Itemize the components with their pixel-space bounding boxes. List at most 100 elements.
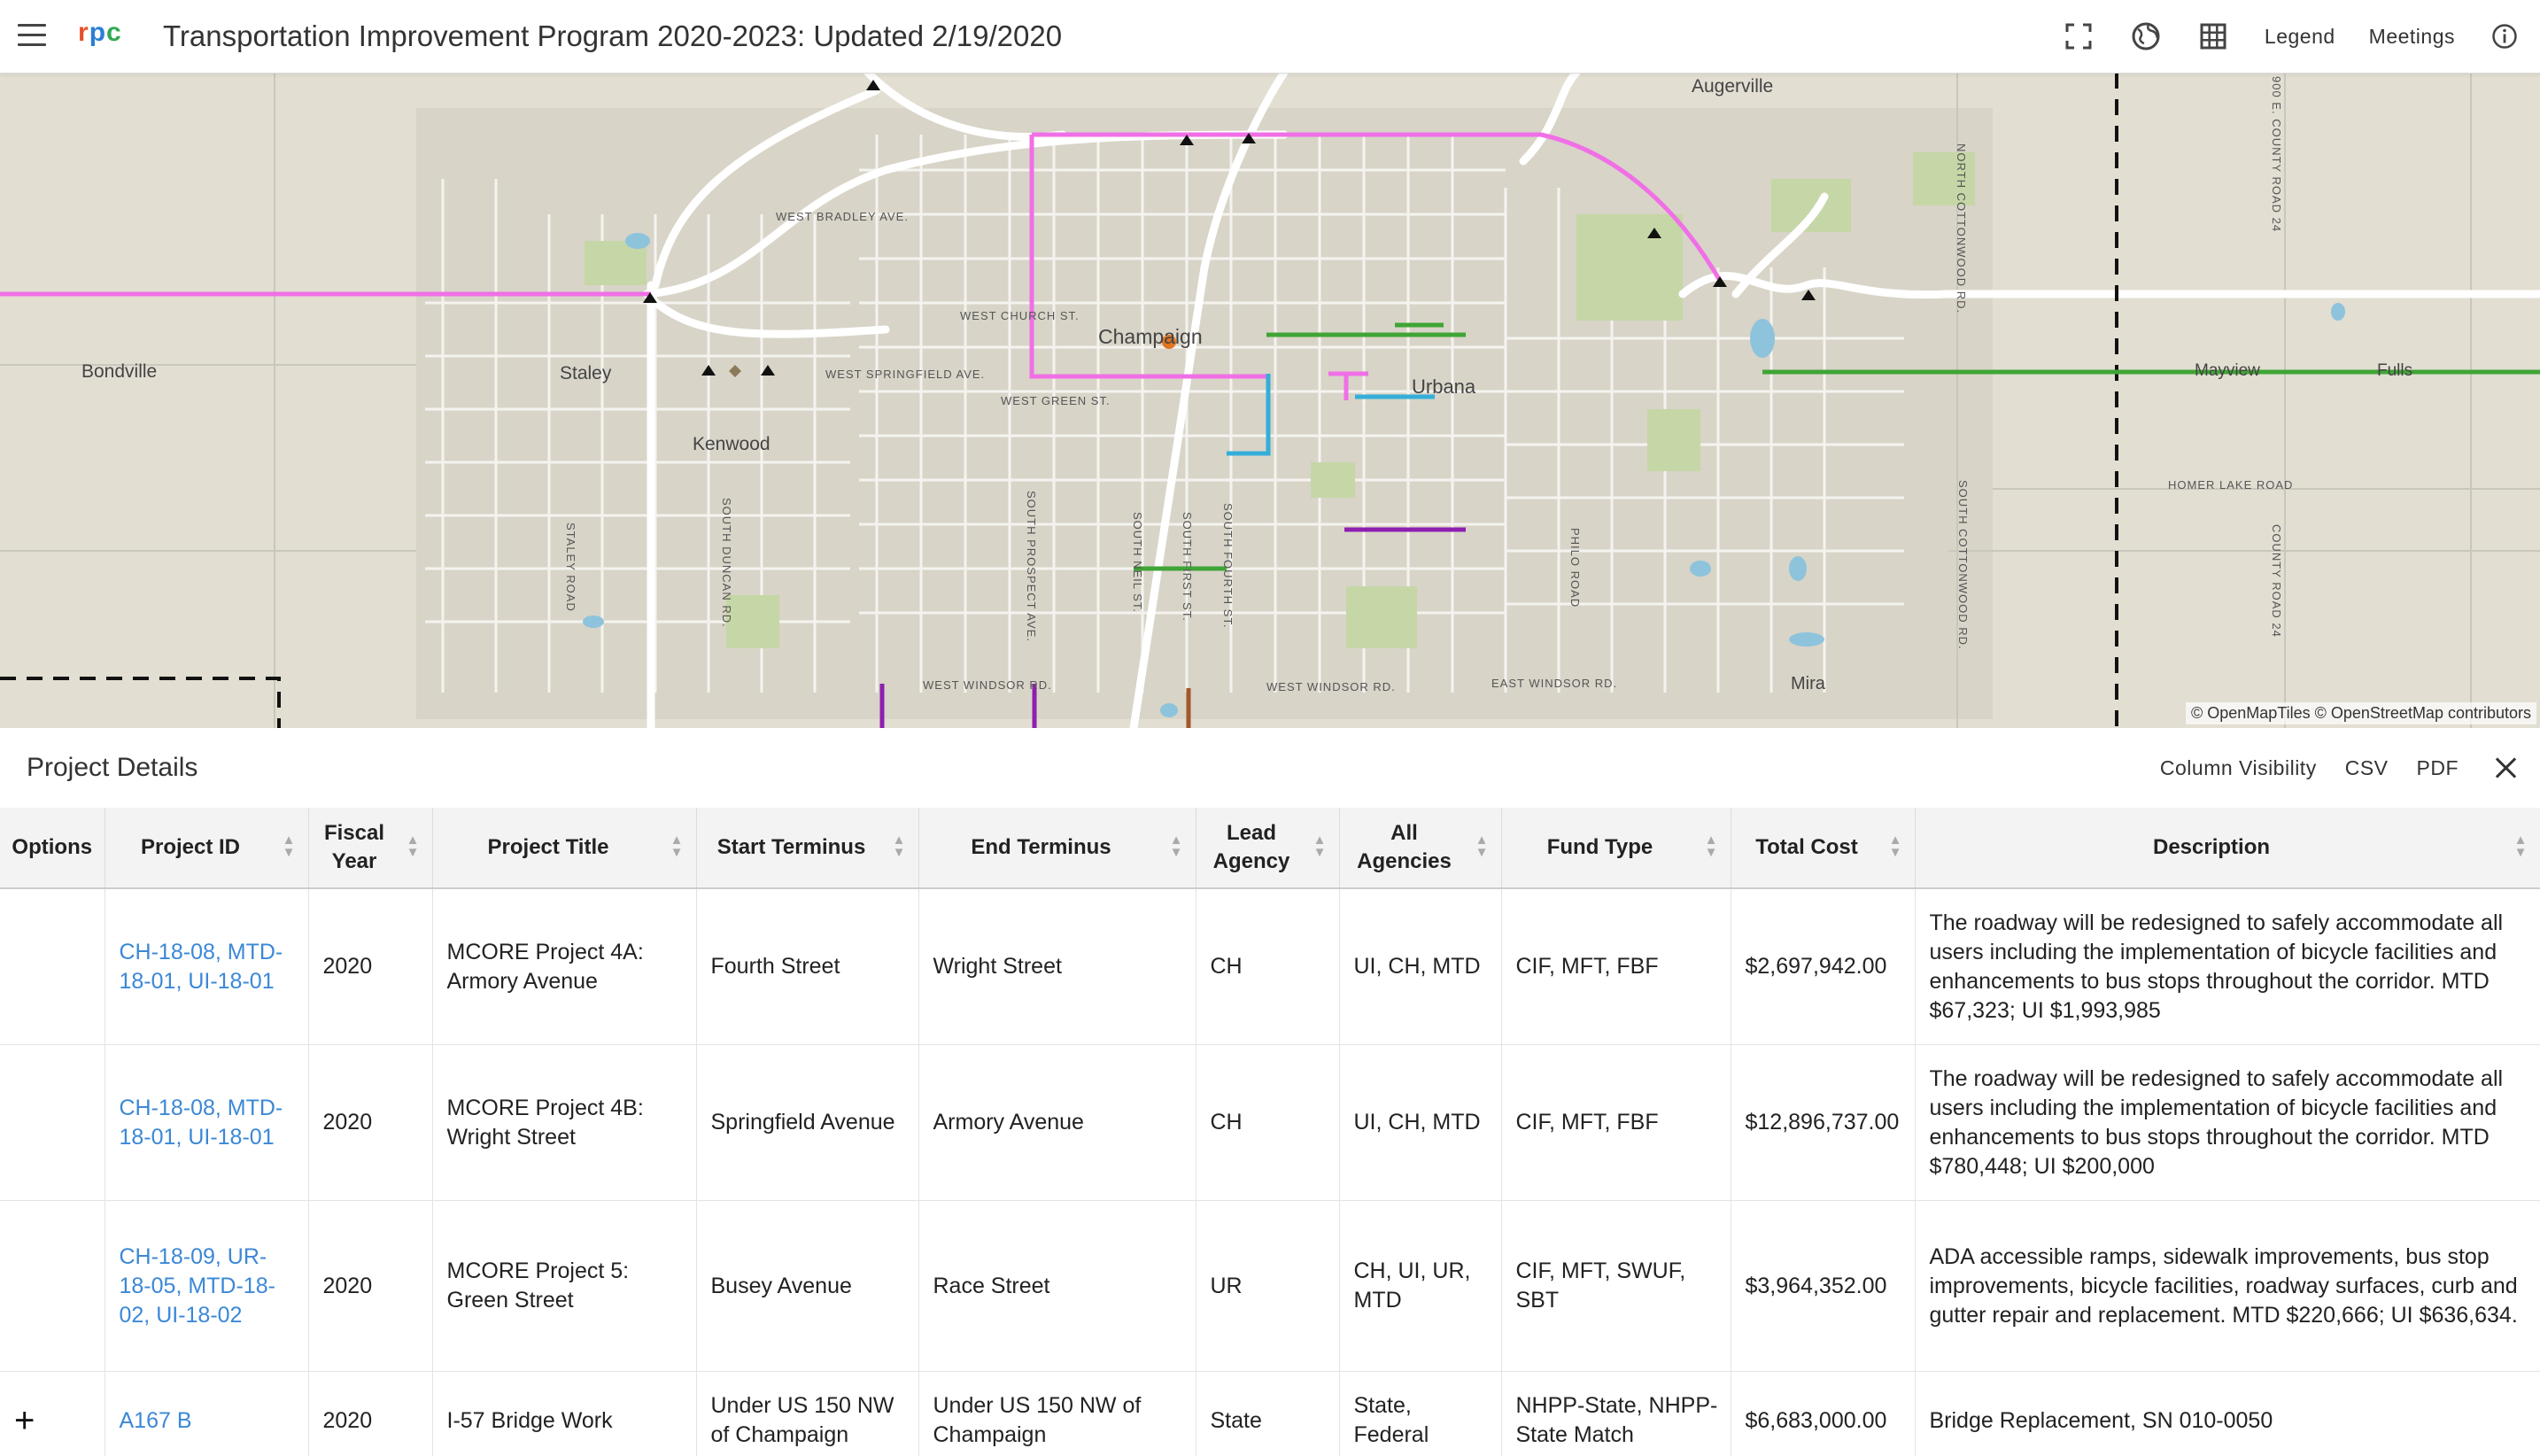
column-header-label: Lead Agency — [1212, 821, 1290, 873]
lead-agency-cell: CH — [1196, 1044, 1340, 1201]
column-header-total-cost[interactable]: Total Cost ▲ ▼ — [1731, 808, 1916, 889]
table-row[interactable]: CH-18-09, UR-18-05, MTD-18-02, UI-18-02 … — [0, 1200, 2540, 1372]
column-header-label: Start Terminus — [716, 835, 866, 859]
pdf-button[interactable]: PDF — [2417, 756, 2459, 780]
description-cell: ADA accessible ramps, sidewalk improveme… — [1915, 1200, 2540, 1372]
column-header-start-terminus[interactable]: Start Terminus ▲ ▼ — [696, 808, 919, 889]
total-cost-cell: $2,697,942.00 — [1731, 888, 1916, 1045]
csv-button[interactable]: CSV — [2345, 756, 2389, 780]
table-row[interactable]: CH-18-08, MTD-18-01, UI-18-01 2020 MCORE… — [0, 1044, 2540, 1201]
fiscal-year-cell: 2020 — [308, 1371, 433, 1456]
grid-icon[interactable] — [2195, 19, 2231, 54]
column-visibility-button[interactable]: Column Visibility — [2160, 756, 2317, 780]
meetings-link[interactable]: Meetings — [2369, 25, 2455, 49]
options-cell[interactable]: + — [0, 1371, 105, 1456]
project-title-cell: MCORE Project 4B: Wright Street — [432, 1044, 697, 1201]
details-actions: Column Visibility CSV PDF — [2132, 728, 2519, 808]
all-agencies-cell: CH, UI, UR, MTD — [1339, 1200, 1502, 1372]
column-header-project-id[interactable]: Project ID ▲ ▼ — [105, 808, 309, 889]
fullscreen-icon[interactable] — [2061, 19, 2096, 54]
details-title: Project Details — [27, 753, 198, 782]
start-terminus-cell: Fourth Street — [696, 888, 919, 1045]
sort-icon[interactable]: ▲ ▼ — [1705, 833, 1718, 859]
column-header-label: End Terminus — [971, 835, 1111, 859]
end-terminus-cell: Armory Avenue — [918, 1044, 1196, 1201]
map-attribution[interactable]: © OpenMapTiles © OpenStreetMap contribut… — [2185, 702, 2536, 724]
column-header-description[interactable]: Description ▲ ▼ — [1915, 808, 2540, 889]
column-header-lead-agency[interactable]: Lead Agency ▲ ▼ — [1196, 808, 1340, 889]
column-header-project-title[interactable]: Project Title ▲ ▼ — [432, 808, 697, 889]
lead-agency-cell: CH — [1196, 888, 1340, 1045]
logo-p: p — [89, 18, 107, 47]
table-row[interactable]: + A167 B 2020 I-57 Bridge Work Under US … — [0, 1371, 2540, 1456]
info-icon[interactable] — [2487, 19, 2522, 54]
column-header-label: Project Title — [487, 835, 609, 859]
project-details-bar: Project Details Column Visibility CSV PD… — [0, 728, 2540, 809]
column-header-fund-type[interactable]: Fund Type ▲ ▼ — [1501, 808, 1731, 889]
options-cell[interactable] — [0, 1044, 105, 1201]
project-id-link[interactable]: CH-18-09, UR-18-05, MTD-18-02, UI-18-02 — [105, 1200, 309, 1372]
project-id-link[interactable]: CH-18-08, MTD-18-01, UI-18-01 — [105, 1044, 309, 1201]
project-table: Options Project ID ▲ ▼ Fiscal Year ▲ ▼ Proje… — [0, 808, 2540, 1456]
sort-icon[interactable]: ▲ ▼ — [2514, 833, 2528, 859]
map-canvas[interactable] — [0, 73, 2540, 728]
legend-link[interactable]: Legend — [2265, 25, 2335, 49]
column-header-label: Project ID — [140, 835, 241, 859]
close-icon[interactable] — [2492, 755, 2519, 781]
table-header-row: Options Project ID ▲ ▼ Fiscal Year ▲ ▼ Proje… — [0, 808, 2540, 889]
fund-type-cell: CIF, MFT, FBF — [1501, 1044, 1731, 1201]
end-terminus-cell: Under US 150 NW of Champaign — [918, 1371, 1196, 1456]
sort-icon[interactable]: ▲ ▼ — [407, 833, 420, 859]
project-id-link[interactable]: CH-18-08, MTD-18-01, UI-18-01 — [105, 888, 309, 1045]
project-title-cell: MCORE Project 5: Green Street — [432, 1200, 697, 1372]
lead-agency-cell: State — [1196, 1371, 1340, 1456]
start-terminus-cell: Busey Avenue — [696, 1200, 919, 1372]
fiscal-year-cell: 2020 — [308, 1200, 433, 1372]
column-header-label: All Agencies — [1357, 821, 1452, 873]
options-cell[interactable] — [0, 1200, 105, 1372]
sort-icon[interactable]: ▲ ▼ — [893, 833, 906, 859]
table-row[interactable]: CH-18-08, MTD-18-01, UI-18-01 2020 MCORE… — [0, 888, 2540, 1045]
all-agencies-cell: UI, CH, MTD — [1339, 1044, 1502, 1201]
logo-c: c — [106, 18, 122, 47]
lead-agency-cell: UR — [1196, 1200, 1340, 1372]
sort-icon[interactable]: ▲ ▼ — [1475, 833, 1489, 859]
app-header: rpc Transportation Improvement Program 2… — [0, 0, 2540, 74]
rpc-logo[interactable]: rpc — [78, 18, 122, 48]
fund-type-cell: CIF, MFT, FBF — [1501, 888, 1731, 1045]
expand-row-icon[interactable]: + — [14, 1403, 92, 1438]
hamburger-menu-icon[interactable] — [18, 24, 46, 47]
map-view[interactable]: Augerville Bondville Staley Kenwood Cham… — [0, 73, 2540, 728]
sort-icon[interactable]: ▲ ▼ — [1170, 833, 1183, 859]
start-terminus-cell: Under US 150 NW of Champaign — [696, 1371, 919, 1456]
fund-type-cell: NHPP-State, NHPP-State Match — [1501, 1371, 1731, 1456]
sort-icon[interactable]: ▲ ▼ — [283, 833, 296, 859]
project-title-cell: MCORE Project 4A: Armory Avenue — [432, 888, 697, 1045]
column-header-label: Description — [2152, 835, 2271, 859]
globe-icon[interactable] — [2128, 19, 2164, 54]
total-cost-cell: $6,683,000.00 — [1731, 1371, 1916, 1456]
column-header-fiscal-year[interactable]: Fiscal Year ▲ ▼ — [308, 808, 433, 889]
point-marker — [1162, 335, 1176, 349]
fiscal-year-cell: 2020 — [308, 1044, 433, 1201]
header-toolbar: Legend Meetings — [2029, 0, 2522, 73]
project-id-link[interactable]: A167 B — [105, 1371, 309, 1456]
column-header-label: Options — [12, 835, 93, 859]
sort-icon[interactable]: ▲ ▼ — [670, 833, 684, 859]
total-cost-cell: $3,964,352.00 — [1731, 1200, 1916, 1372]
sort-icon[interactable]: ▲ ▼ — [1889, 833, 1902, 859]
column-header-all-agencies[interactable]: All Agencies ▲ ▼ — [1339, 808, 1502, 889]
all-agencies-cell: State, Federal — [1339, 1371, 1502, 1456]
description-cell: The roadway will be redesigned to safely… — [1915, 888, 2540, 1045]
project-table-container[interactable]: Options Project ID ▲ ▼ Fiscal Year ▲ ▼ Proje… — [0, 808, 2540, 1456]
end-terminus-cell: Race Street — [918, 1200, 1196, 1372]
all-agencies-cell: UI, CH, MTD — [1339, 888, 1502, 1045]
sort-icon[interactable]: ▲ ▼ — [1313, 833, 1327, 859]
options-cell[interactable] — [0, 888, 105, 1045]
total-cost-cell: $12,896,737.00 — [1731, 1044, 1916, 1201]
logo-r: r — [78, 18, 89, 47]
description-cell: The roadway will be redesigned to safely… — [1915, 1044, 2540, 1201]
page-title: Transportation Improvement Program 2020-… — [163, 19, 1063, 52]
description-cell: Bridge Replacement, SN 010-0050 — [1915, 1371, 2540, 1456]
column-header-end-terminus[interactable]: End Terminus ▲ ▼ — [918, 808, 1196, 889]
